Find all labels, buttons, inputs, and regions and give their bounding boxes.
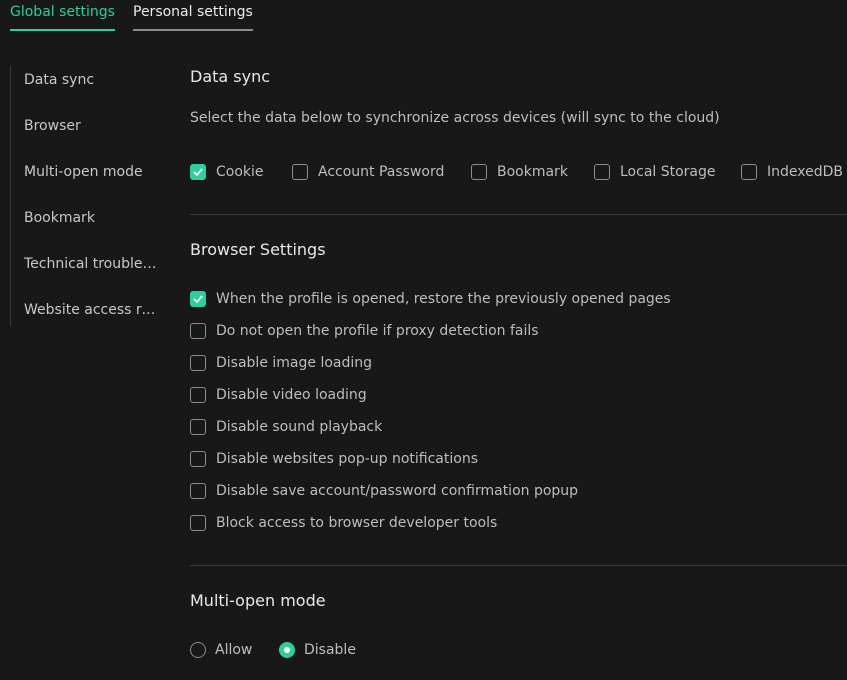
sync-bookmark-option[interactable]: Bookmark [471, 164, 568, 180]
sync-local-storage-option[interactable]: Local Storage [594, 164, 716, 180]
checkbox[interactable] [190, 291, 206, 307]
checkbox[interactable] [190, 164, 206, 180]
checkbox[interactable] [190, 387, 206, 403]
option-label: Disable websites pop-up notifications [216, 451, 478, 467]
option-label: Cookie [216, 164, 264, 180]
option-label: Allow [215, 642, 253, 658]
disable-image-loading-option[interactable]: Disable image loading [190, 355, 372, 371]
section-divider [190, 565, 847, 566]
option-label: Do not open the profile if proxy detecti… [216, 323, 539, 339]
checkbox[interactable] [292, 164, 308, 180]
option-label: Bookmark [497, 164, 568, 180]
disable-save-password-popup-option[interactable]: Disable save account/password confirmati… [190, 483, 578, 499]
section-divider [190, 214, 847, 215]
checkmark-icon [193, 168, 203, 176]
checkbox[interactable] [190, 515, 206, 531]
data-sync-title: Data sync [190, 67, 271, 86]
multi-open-allow-option[interactable]: Allow [190, 642, 252, 658]
settings-sidebar: Data sync Browser Multi-open mode Bookma… [10, 66, 161, 326]
sync-cookie-option[interactable]: Cookie [190, 164, 264, 180]
option-label: IndexedDB [767, 164, 843, 180]
checkbox[interactable] [471, 164, 487, 180]
sidebar-item-bookmark[interactable]: Bookmark [24, 210, 161, 226]
checkbox[interactable] [190, 483, 206, 499]
option-label: Block access to browser developer tools [216, 515, 498, 531]
sidebar-item-technical-troubleshooting[interactable]: Technical troubles... [24, 256, 161, 272]
disable-sound-playback-option[interactable]: Disable sound playback [190, 419, 382, 435]
browser-settings-title: Browser Settings [190, 240, 326, 259]
option-label: Disable save account/password confirmati… [216, 483, 579, 499]
checkbox[interactable] [190, 355, 206, 371]
option-label: Disable [304, 642, 356, 658]
option-label: Disable sound playback [216, 419, 383, 435]
sidebar-item-data-sync[interactable]: Data sync [24, 72, 161, 88]
sync-indexeddb-option[interactable]: IndexedDB [741, 164, 843, 180]
sidebar-item-website-access[interactable]: Website access re... [24, 302, 161, 318]
disable-popup-notifications-option[interactable]: Disable websites pop-up notifications [190, 451, 478, 467]
checkbox[interactable] [190, 419, 206, 435]
sidebar-item-browser[interactable]: Browser [24, 118, 161, 134]
data-sync-description: Select the data below to synchronize acr… [190, 110, 720, 126]
radio-button[interactable] [279, 642, 295, 658]
multi-open-mode-title: Multi-open mode [190, 591, 326, 610]
tab-personal-settings[interactable]: Personal settings [133, 0, 253, 31]
disable-video-loading-option[interactable]: Disable video loading [190, 387, 367, 403]
option-label: Account Password [318, 164, 445, 180]
proxy-detection-option[interactable]: Do not open the profile if proxy detecti… [190, 323, 539, 339]
option-label: Disable video loading [216, 387, 367, 403]
checkbox[interactable] [594, 164, 610, 180]
settings-page: Global settings Personal settings Data s… [0, 0, 847, 680]
sync-account-password-option[interactable]: Account Password [292, 164, 444, 180]
restore-pages-option[interactable]: When the profile is opened, restore the … [190, 291, 671, 307]
checkmark-icon [193, 295, 203, 303]
radio-dot-icon [284, 647, 290, 653]
radio-button[interactable] [190, 642, 206, 658]
option-label: Local Storage [620, 164, 716, 180]
multi-open-disable-option[interactable]: Disable [279, 642, 356, 658]
checkbox[interactable] [741, 164, 757, 180]
tab-global-settings[interactable]: Global settings [10, 0, 115, 31]
block-devtools-option[interactable]: Block access to browser developer tools [190, 515, 497, 531]
option-label: Disable image loading [216, 355, 373, 371]
sidebar-item-multi-open-mode[interactable]: Multi-open mode [24, 164, 161, 180]
checkbox[interactable] [190, 451, 206, 467]
option-label: When the profile is opened, restore the … [216, 291, 671, 307]
checkbox[interactable] [190, 323, 206, 339]
